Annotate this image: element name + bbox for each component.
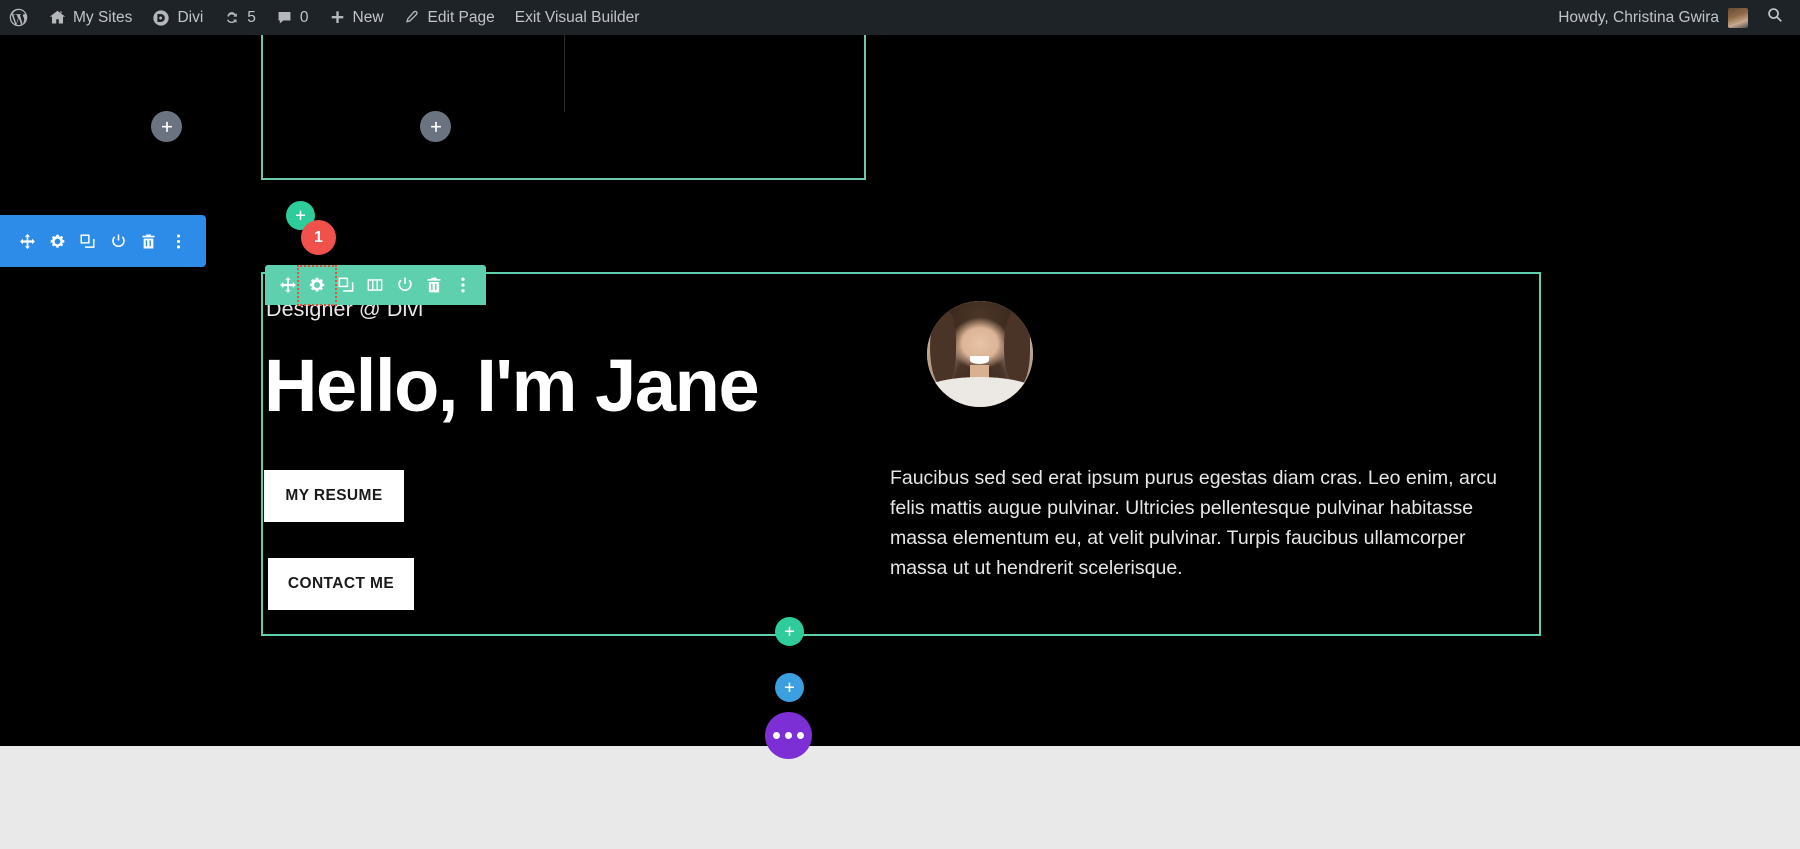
adminbar-label-exit-vb: Exit Visual Builder (515, 9, 640, 27)
dot (773, 732, 780, 739)
gear-icon[interactable] (303, 271, 330, 300)
power-icon[interactable] (391, 271, 418, 300)
duplicate-icon[interactable] (333, 271, 360, 300)
dot (797, 732, 804, 739)
trash-icon[interactable] (135, 228, 161, 254)
my-resume-button[interactable]: MY RESUME (264, 470, 404, 522)
divi-icon (152, 9, 170, 27)
adminbar-label-new: New (353, 9, 384, 27)
contact-me-button[interactable]: CONTACT ME (268, 558, 414, 610)
page-title: Hello, I'm Jane (263, 348, 850, 423)
hero-paragraph: Faucibus sed sed erat ipsum purus egesta… (890, 463, 1513, 583)
profile-photo (927, 301, 1033, 407)
columns-icon[interactable] (362, 271, 389, 300)
search-icon (1766, 6, 1784, 29)
adminbar-item-exit-visual-builder[interactable]: Exit Visual Builder (505, 0, 650, 35)
hero-left-column[interactable]: Designer @ Divi Hello, I'm Jane MY RESUM… (263, 274, 850, 634)
avatar (1728, 8, 1748, 28)
add-module-button[interactable] (151, 111, 182, 142)
power-icon[interactable] (105, 228, 131, 254)
builder-menu-button[interactable] (765, 712, 812, 759)
trash-icon[interactable] (420, 271, 447, 300)
hero-right-column[interactable]: Faucibus sed sed erat ipsum purus egesta… (850, 274, 1539, 634)
adminbar-item-new[interactable]: New (319, 0, 394, 35)
duplicate-icon[interactable] (75, 228, 101, 254)
update-icon (223, 9, 240, 26)
adminbar-item-updates[interactable]: 5 (213, 0, 266, 35)
adminbar-account[interactable]: Howdy, Christina Gwira (1558, 8, 1748, 28)
adminbar-label-my-sites: My Sites (73, 9, 132, 27)
more-vertical-icon[interactable] (450, 271, 477, 300)
adminbar-label-comments: 0 (300, 9, 309, 27)
pencil-icon (404, 9, 421, 26)
move-handle-icon[interactable] (14, 228, 40, 254)
dot (785, 732, 792, 739)
adminbar-label-edit-page: Edit Page (428, 9, 495, 27)
module-toolbar[interactable] (0, 215, 206, 267)
comment-icon (276, 9, 293, 26)
builder-canvas: 1 Designer @ Divi Hello, I'm Jane (0, 35, 1800, 849)
adminbar-label-divi: Divi (177, 9, 203, 27)
move-handle-icon[interactable] (274, 271, 301, 300)
row-number-badge: 1 (301, 220, 336, 255)
adminbar-howdy-label: Howdy, Christina Gwira (1558, 9, 1719, 27)
hero-row[interactable]: Designer @ Divi Hello, I'm Jane MY RESUM… (261, 272, 1541, 636)
adminbar-item-my-sites[interactable]: My Sites (39, 0, 142, 35)
adminbar-item-wp-logo[interactable] (0, 0, 39, 35)
add-row-button[interactable] (775, 617, 804, 646)
sites-icon (49, 9, 66, 26)
wp-admin-bar: My Sites Divi 5 0 (0, 0, 1800, 35)
page-footer-area (0, 746, 1800, 849)
hero-buttons: MY RESUME CONTACT ME (263, 470, 850, 610)
adminbar-item-comments[interactable]: 0 (266, 0, 319, 35)
plus-icon (329, 9, 346, 26)
row-toolbar[interactable] (265, 265, 486, 305)
wordpress-icon (8, 7, 29, 28)
add-module-button[interactable] (420, 111, 451, 142)
add-section-button[interactable] (775, 673, 804, 702)
adminbar-label-updates: 5 (247, 9, 256, 27)
more-vertical-icon[interactable] (166, 228, 192, 254)
adminbar-search-button[interactable] (1748, 6, 1800, 29)
adminbar-item-edit-page[interactable]: Edit Page (394, 0, 505, 35)
adminbar-item-divi[interactable]: Divi (142, 0, 213, 35)
gear-icon[interactable] (44, 228, 70, 254)
